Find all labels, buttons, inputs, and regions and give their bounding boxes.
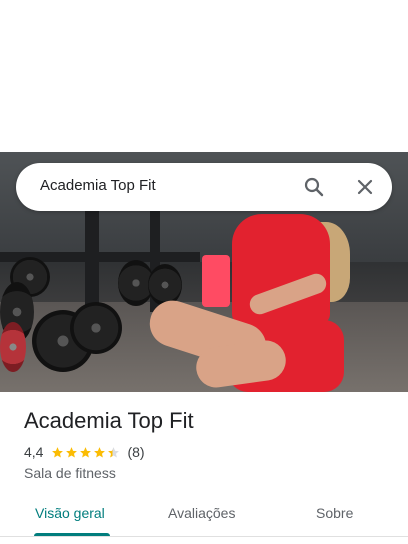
search-query-text[interactable]: Academia Top Fit: [40, 177, 156, 194]
search-icon[interactable]: [302, 175, 326, 199]
star-icon: [108, 446, 120, 458]
search-bar[interactable]: Academia Top Fit: [16, 163, 392, 211]
star-icon: [52, 446, 64, 458]
top-blank-area: [0, 0, 408, 152]
tab-overview[interactable]: Visão geral: [35, 505, 105, 521]
star-icon: [94, 446, 106, 458]
photo-top: [232, 214, 330, 324]
rating-stars: [51, 446, 121, 459]
rating-row[interactable]: 4,4 (8): [24, 444, 145, 460]
place-category[interactable]: Sala de fitness: [24, 465, 116, 481]
rating-value: 4,4: [24, 444, 44, 460]
photo-plate: [70, 302, 122, 354]
tab-about[interactable]: Sobre: [316, 505, 353, 521]
star-icon: [66, 446, 78, 458]
tab-divider: [0, 536, 408, 537]
place-title: Academia Top Fit: [24, 408, 194, 433]
close-icon[interactable]: [353, 175, 377, 199]
photo-phone: [202, 255, 230, 307]
review-count[interactable]: (8): [127, 444, 144, 460]
tab-reviews[interactable]: Avaliações: [168, 505, 235, 521]
photo-plate: [148, 264, 182, 306]
star-icon: [80, 446, 92, 458]
photo-plate: [0, 322, 26, 372]
